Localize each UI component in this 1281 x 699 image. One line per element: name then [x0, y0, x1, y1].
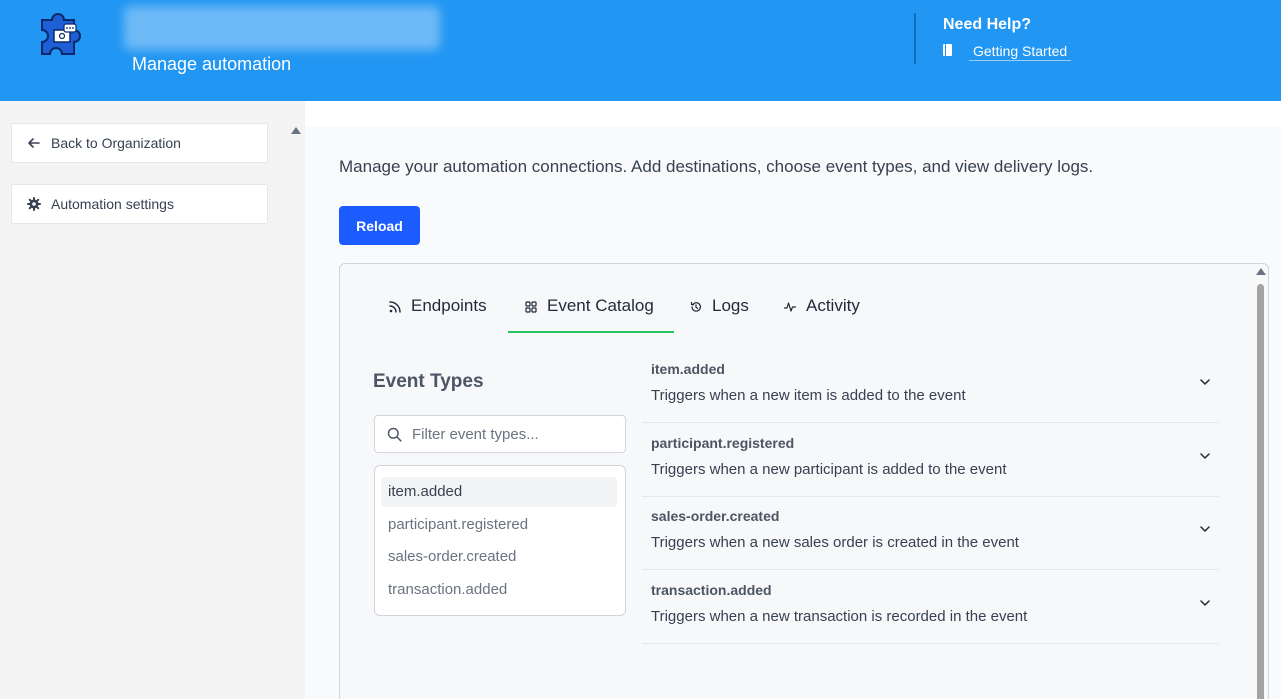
sidebar-scroll-up-arrow[interactable] — [291, 127, 301, 134]
event-name: participant.registered — [651, 435, 795, 451]
activity-icon — [784, 302, 796, 312]
event-name: transaction.added — [651, 582, 772, 598]
panel-scroll-up-arrow[interactable] — [1256, 268, 1266, 275]
chevron-down-icon[interactable] — [1199, 376, 1211, 388]
tab-label: Endpoints — [411, 296, 487, 315]
sidebar-item-label: Automation settings — [51, 196, 174, 212]
automation-settings-button[interactable]: Automation settings — [11, 184, 268, 224]
page-subtitle: Manage automation — [132, 54, 292, 74]
tab-event-catalog[interactable]: Event Catalog — [525, 288, 654, 333]
event-row-item-added[interactable]: item.added Triggers when a new item is a… — [642, 349, 1219, 423]
event-description: Triggers when a new participant is added… — [651, 461, 1007, 478]
event-row-participant-registered[interactable]: participant.registered Triggers when a n… — [642, 423, 1219, 497]
book-icon — [943, 44, 952, 56]
chevron-down-icon[interactable] — [1199, 597, 1211, 609]
chevron-down-icon[interactable] — [1199, 450, 1211, 462]
app-header: Manage automation Need Help? Getting Sta… — [0, 0, 1281, 101]
main-top-strip — [305, 101, 1281, 127]
event-name: item.added — [651, 361, 725, 377]
event-description: Triggers when a new transaction is recor… — [651, 608, 1028, 625]
event-name: sales-order.created — [651, 508, 780, 524]
back-to-organization-button[interactable]: Back to Organization — [11, 123, 268, 163]
history-icon — [690, 301, 701, 312]
help-title: Need Help? — [943, 16, 1032, 33]
list-item[interactable]: item.added — [381, 477, 617, 507]
search-icon — [387, 427, 402, 442]
tab-label: Logs — [712, 296, 749, 315]
list-item[interactable]: sales-order.created — [381, 542, 617, 572]
event-description: Triggers when a new item is added to the… — [651, 387, 966, 404]
event-row-transaction-added[interactable]: transaction.added Triggers when a new tr… — [642, 570, 1219, 644]
tab-endpoints[interactable]: Endpoints — [389, 288, 487, 333]
event-types-heading: Event Types — [373, 371, 484, 392]
filter-event-types-input[interactable] — [412, 424, 617, 444]
tab-logs[interactable]: Logs — [690, 288, 749, 333]
chevron-down-icon[interactable] — [1199, 523, 1211, 535]
organization-title-redacted — [124, 6, 440, 50]
gear-icon — [27, 197, 41, 211]
sidebar-item-label: Back to Organization — [51, 135, 181, 151]
tab-label: Activity — [806, 296, 860, 315]
header-divider — [914, 13, 916, 64]
event-row-sales-order-created[interactable]: sales-order.created Triggers when a new … — [642, 496, 1219, 570]
getting-started-link[interactable]: Getting Started — [969, 43, 1072, 61]
reload-button[interactable]: Reload — [339, 206, 420, 245]
rss-icon — [389, 301, 401, 313]
tab-activity[interactable]: Activity — [784, 288, 860, 333]
active-tab-indicator — [508, 331, 674, 333]
list-item[interactable]: participant.registered — [381, 510, 617, 540]
tab-label: Event Catalog — [547, 296, 654, 315]
event-description: Triggers when a new sales order is creat… — [651, 534, 1019, 551]
puzzle-logo-icon[interactable] — [36, 8, 90, 60]
arrow-left-icon — [28, 138, 40, 148]
page-description: Manage your automation connections. Add … — [339, 157, 1094, 176]
list-item[interactable]: transaction.added — [381, 575, 617, 605]
filter-event-types-field[interactable] — [374, 415, 626, 453]
panel-scrollbar-thumb[interactable] — [1257, 284, 1264, 699]
grid-icon — [525, 301, 537, 313]
event-type-list: item.added participant.registered sales-… — [374, 465, 626, 616]
